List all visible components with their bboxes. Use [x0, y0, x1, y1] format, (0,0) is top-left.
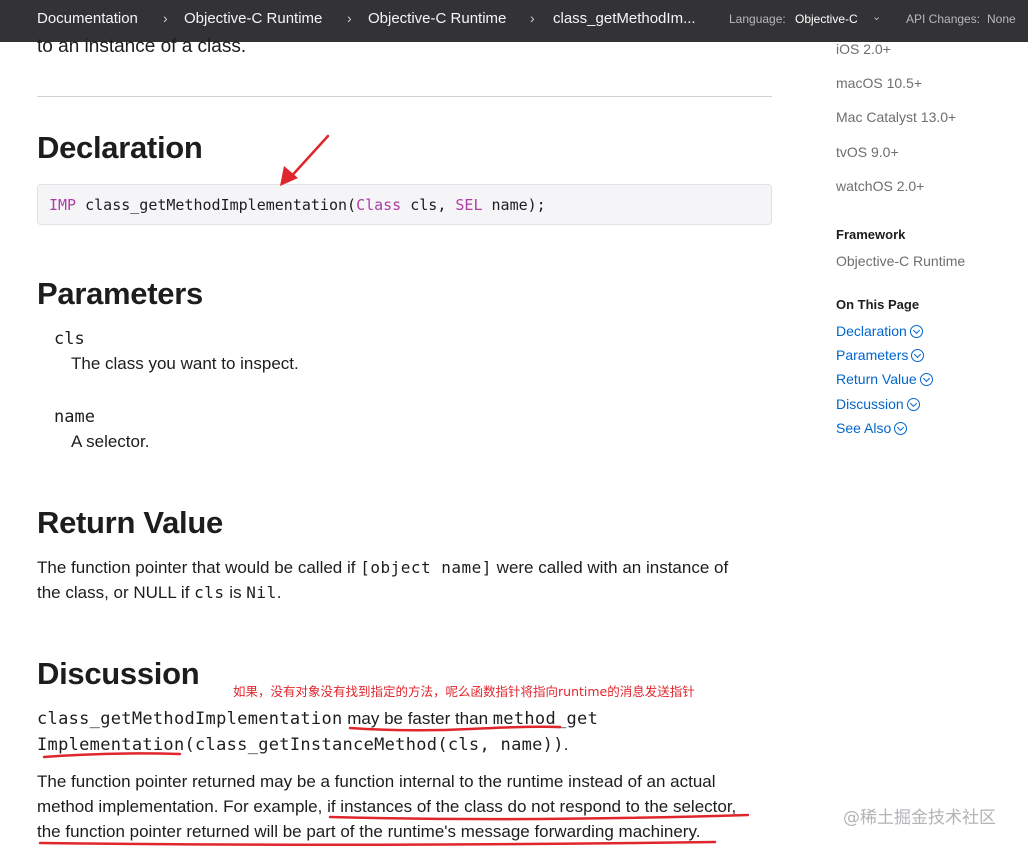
text-run: the function pointer returned will be pa… [37, 822, 701, 841]
text-run: The function pointer returned may be a f… [37, 772, 716, 791]
parameter-name: cls [54, 329, 85, 349]
breadcrumb-current-page: class_getMethodIm... [553, 10, 696, 27]
chevron-down-icon[interactable]: ⌄ [872, 10, 881, 23]
annotation-arrow-line [286, 134, 330, 182]
circle-chevron-down-icon [906, 398, 920, 411]
toc-link-discussion[interactable]: Discussion [836, 396, 920, 412]
chevron-right-icon: › [163, 10, 168, 26]
code-voice: Implementation(class_getInstanceMethod(c… [37, 735, 564, 755]
return-value-heading: Return Value [37, 505, 223, 540]
toc-link-label[interactable]: Return Value [836, 371, 917, 387]
chevron-right-icon: › [347, 10, 352, 26]
annotation-arrow-head [280, 166, 298, 186]
declaration-code-block: IMP class_getMethodImplementation(Class … [37, 184, 772, 225]
return-value-text: The function pointer that would be calle… [37, 555, 777, 605]
watermark: @稀土掘金技术社区 [843, 808, 996, 828]
breadcrumb-objc-runtime-2[interactable]: Objective-C Runtime [368, 10, 506, 27]
framework-value: Objective-C Runtime [836, 253, 966, 269]
code-type-sel[interactable]: SEL [455, 196, 482, 214]
discussion-heading: Discussion [37, 656, 200, 691]
breadcrumb-documentation[interactable]: Documentation [37, 10, 138, 27]
abstract-text: to an instance of a class. [37, 36, 247, 57]
code-function-name: class_getMethodImplementation( [76, 196, 357, 214]
toc-link-parameters[interactable]: Parameters [836, 347, 925, 363]
declaration-heading: Declaration [37, 130, 203, 165]
text-run: method implementation. For example, if i… [37, 797, 737, 816]
availability-watchos: watchOS 2.0+ [836, 178, 925, 194]
code-voice: class_getMethodImplementation [37, 709, 343, 729]
circle-chevron-down-icon [919, 373, 933, 386]
text-run: . [276, 583, 282, 602]
code-voice: Nil [246, 583, 277, 602]
code-arg-cls: cls, [401, 196, 456, 214]
api-changes-label: API Changes: [906, 12, 981, 26]
code-arg-name: name); [482, 196, 546, 214]
availability-ios: iOS 2.0+ [836, 41, 891, 57]
discussion-paragraph-1: class_getMethodImplementation may be fas… [37, 706, 777, 758]
divider [37, 96, 772, 97]
availability-macos: macOS 10.5+ [836, 75, 922, 91]
toc-link-label[interactable]: Parameters [836, 347, 908, 363]
text-run: may be faster than [342, 709, 493, 728]
breadcrumb-objc-runtime-1[interactable]: Objective-C Runtime [184, 10, 322, 27]
api-changes-selector[interactable]: None [987, 12, 1016, 26]
toc-link-label[interactable]: Declaration [836, 323, 907, 339]
circle-chevron-down-icon [911, 349, 925, 362]
availability-mac-catalyst: Mac Catalyst 13.0+ [836, 109, 957, 125]
toc-link-return-value[interactable]: Return Value [836, 371, 933, 387]
toc-link-label[interactable]: Discussion [836, 396, 904, 412]
text-run: the class, or NULL if [37, 583, 195, 602]
code-return-type: IMP [49, 196, 77, 214]
circle-chevron-down-icon [909, 325, 923, 338]
parameter-description: A selector. [71, 432, 150, 451]
text-run: . [563, 735, 569, 754]
chevron-right-icon: › [530, 10, 535, 26]
code-voice: method_get [492, 709, 599, 729]
text-run: The function pointer that would be calle… [37, 558, 361, 577]
parameter-name: name [54, 407, 95, 427]
code-voice: [object name] [360, 558, 492, 577]
code-type-class[interactable]: Class [356, 196, 401, 214]
language-selector[interactable]: Objective-C [795, 12, 858, 26]
toc-link-see-also[interactable]: See Also [836, 420, 908, 436]
annotation-note: 如果，没有对象没有找到指定的方法，呢么函数指针将指向runtime的消息发送指针 [233, 684, 695, 699]
language-label: Language: [729, 12, 786, 26]
toc-link-label[interactable]: See Also [836, 420, 891, 436]
parameter-description: The class you want to inspect. [71, 354, 299, 373]
circle-chevron-down-icon [894, 422, 908, 435]
framework-heading: Framework [836, 227, 906, 242]
text-run: were called with an instance of [491, 558, 729, 577]
availability-tvos: tvOS 9.0+ [836, 144, 899, 160]
toc-link-declaration[interactable]: Declaration [836, 323, 923, 339]
text-run: is [224, 583, 247, 602]
on-this-page-heading: On This Page [836, 297, 920, 312]
code-voice: cls [194, 583, 225, 602]
parameters-heading: Parameters [37, 276, 203, 311]
discussion-paragraph-2: The function pointer returned may be a f… [37, 769, 777, 844]
